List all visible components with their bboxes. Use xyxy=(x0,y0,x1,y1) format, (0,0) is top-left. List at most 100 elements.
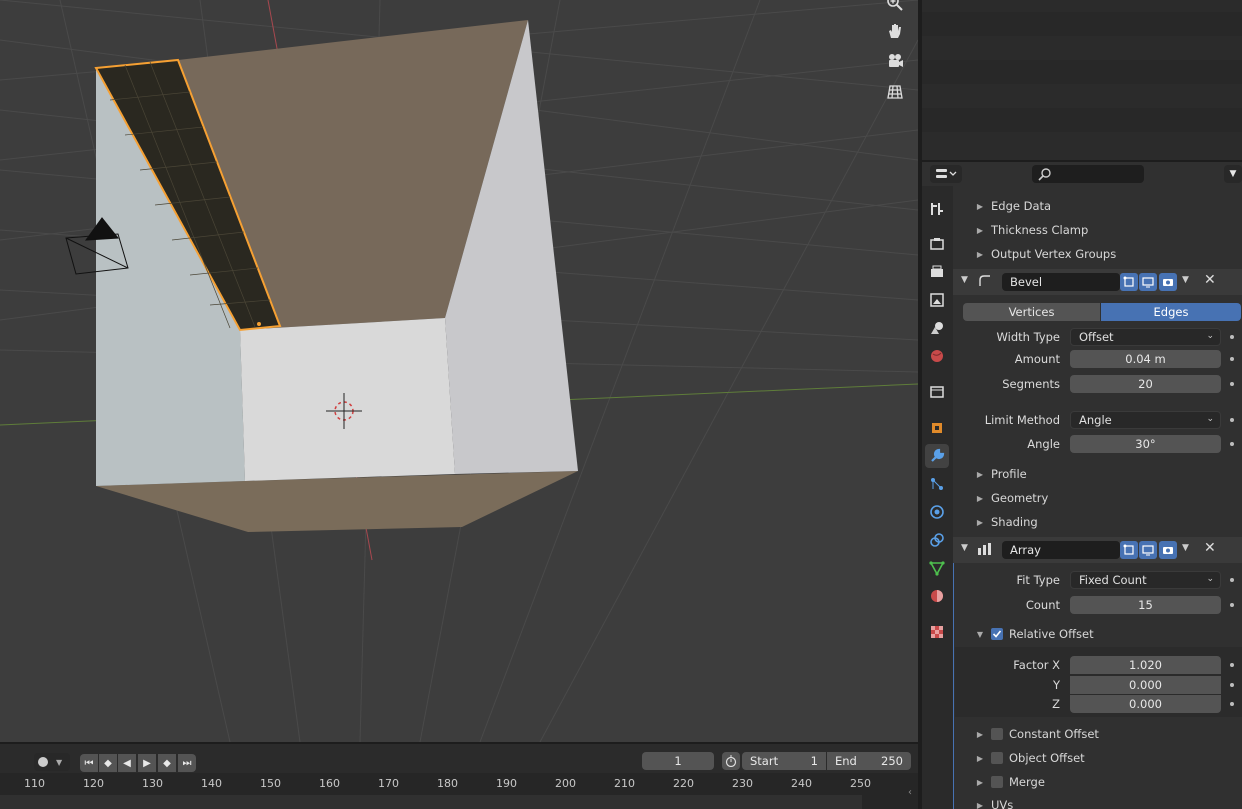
timeline-ruler[interactable]: 110 120 130 140 150 160 170 180 190 200 … xyxy=(0,773,918,809)
edit-mode-toggle-icon[interactable] xyxy=(1120,541,1138,559)
hand-pan-icon[interactable] xyxy=(886,22,910,46)
physics-tab-icon[interactable] xyxy=(925,500,949,524)
factor-x-field[interactable]: 1.020 xyxy=(1070,656,1221,674)
keyframe-dot[interactable] xyxy=(1230,357,1234,361)
modifier-tab-icon[interactable] xyxy=(925,444,949,468)
viewport-scene xyxy=(0,0,918,742)
relative-offset-checkbox[interactable] xyxy=(991,628,1003,640)
subpanel-label: Output Vertex Groups xyxy=(991,247,1117,261)
keyframe-dot[interactable] xyxy=(1230,578,1234,582)
modifier-menu-chevron-icon[interactable]: ▼ xyxy=(1182,543,1189,553)
array-name: Array xyxy=(1010,543,1041,557)
zoom-icon[interactable] xyxy=(886,0,910,18)
previous-keyframe-icon[interactable]: ◆ xyxy=(99,754,117,772)
view-layer-tab-icon[interactable] xyxy=(925,288,949,312)
viewport-display-toggle-icon[interactable] xyxy=(1139,273,1157,291)
object-offset-checkbox[interactable] xyxy=(991,752,1003,764)
angle-field[interactable]: 30° xyxy=(1070,435,1221,453)
frame-tick-label: 150 xyxy=(260,777,281,790)
tool-tab-icon[interactable] xyxy=(925,197,949,221)
tab-edges[interactable]: Edges xyxy=(1101,303,1241,321)
render-toggle-icon[interactable] xyxy=(1159,541,1177,559)
keyframe-dot[interactable] xyxy=(1230,418,1234,422)
fit-type-dropdown[interactable]: Fixed Count ⌄ xyxy=(1070,571,1221,589)
properties-search-input[interactable] xyxy=(1032,165,1144,183)
limit-method-dropdown[interactable]: Angle ⌄ xyxy=(1070,411,1221,429)
subpanel-constant-offset[interactable]: ▶ Constant Offset xyxy=(975,723,1099,745)
keyframe-dot[interactable] xyxy=(1230,335,1234,339)
selected-vertex[interactable] xyxy=(257,322,261,326)
start-frame-field[interactable]: Start 1 xyxy=(742,752,826,770)
collapse-triangle-icon[interactable]: ▼ xyxy=(961,275,968,285)
camera-view-icon[interactable] xyxy=(886,52,910,76)
subpanel-merge[interactable]: ▶ Merge xyxy=(975,771,1045,793)
render-tab-icon[interactable] xyxy=(925,232,949,256)
array-name-field[interactable]: Array xyxy=(1002,541,1120,559)
count-field[interactable]: 15 xyxy=(1070,596,1221,614)
merge-checkbox[interactable] xyxy=(991,776,1003,788)
constant-offset-checkbox[interactable] xyxy=(991,728,1003,740)
subpanel-shading[interactable]: ▶ Shading xyxy=(975,511,1038,533)
frame-tick-label: 110 xyxy=(24,777,45,790)
bevel-modifier-header[interactable]: ▼ Bevel ▼ ✕ xyxy=(953,269,1242,295)
modifier-menu-chevron-icon[interactable]: ▼ xyxy=(1182,275,1189,285)
jump-to-end-icon[interactable]: ⏭ xyxy=(178,754,196,772)
fit-type-value: Fixed Count xyxy=(1079,573,1147,587)
subpanel-geometry[interactable]: ▶ Geometry xyxy=(975,487,1048,509)
subpanel-edge-data[interactable]: ▶ Edge Data xyxy=(975,195,1051,217)
keyframe-dot[interactable] xyxy=(1230,442,1234,446)
stopwatch-icon[interactable] xyxy=(722,752,740,770)
current-frame-field[interactable]: 1 xyxy=(642,752,714,770)
segments-field[interactable]: 20 xyxy=(1070,375,1221,393)
texture-tab-icon[interactable] xyxy=(925,620,949,644)
bevel-name-field[interactable]: Bevel xyxy=(1002,273,1120,291)
remove-modifier-close-icon[interactable]: ✕ xyxy=(1204,540,1216,556)
viewport-display-toggle-icon[interactable] xyxy=(1139,541,1157,559)
subpanel-relative-offset[interactable]: ▼ Relative Offset xyxy=(975,623,1094,645)
end-value: 250 xyxy=(881,754,903,768)
keyframe-dot[interactable] xyxy=(1230,702,1234,706)
keyframe-dot[interactable] xyxy=(1230,683,1234,687)
particles-tab-icon[interactable] xyxy=(925,472,949,496)
render-toggle-icon[interactable] xyxy=(1159,273,1177,291)
remove-modifier-close-icon[interactable]: ✕ xyxy=(1204,272,1216,288)
options-dropdown-button[interactable]: ▼ xyxy=(1224,165,1242,183)
tab-vertices[interactable]: Vertices xyxy=(963,303,1100,321)
3d-viewport[interactable] xyxy=(0,0,918,742)
end-frame-field[interactable]: End 250 xyxy=(827,752,911,770)
keying-dropdown[interactable]: ▼ xyxy=(34,753,70,771)
subpanel-uvs[interactable]: ▶ UVs xyxy=(975,794,1013,809)
object-data-tab-icon[interactable] xyxy=(925,556,949,580)
keyframe-dot[interactable] xyxy=(1230,382,1234,386)
play-reverse-icon[interactable]: ◀ xyxy=(118,754,136,772)
object-tab-icon[interactable] xyxy=(925,416,949,440)
play-icon[interactable]: ▶ xyxy=(138,754,156,772)
editor-type-button[interactable] xyxy=(930,165,962,183)
keyframe-dot[interactable] xyxy=(1230,603,1234,607)
collapse-triangle-icon[interactable]: ▼ xyxy=(961,543,968,553)
subpanel-object-offset[interactable]: ▶ Object Offset xyxy=(975,747,1085,769)
factor-y-field[interactable]: 0.000 xyxy=(1070,676,1221,694)
next-keyframe-icon[interactable]: ◆ xyxy=(158,754,176,772)
width-type-dropdown[interactable]: Offset ⌄ xyxy=(1070,328,1221,346)
subpanel-profile[interactable]: ▶ Profile xyxy=(975,463,1027,485)
factor-z-field[interactable]: 0.000 xyxy=(1070,695,1221,713)
subpanel-thickness-clamp[interactable]: ▶ Thickness Clamp xyxy=(975,219,1088,241)
outliner-area[interactable] xyxy=(922,0,1242,160)
collection-tab-icon[interactable] xyxy=(925,380,949,404)
jump-to-start-icon[interactable]: ⏮ xyxy=(80,754,98,772)
output-tab-icon[interactable] xyxy=(925,260,949,284)
subpanel-output-vertex-groups[interactable]: ▶ Output Vertex Groups xyxy=(975,243,1116,265)
array-modifier-header[interactable]: ▼ Array ▼ ✕ xyxy=(953,537,1242,563)
grid-view-icon[interactable] xyxy=(886,83,910,107)
count-value: 15 xyxy=(1138,598,1153,612)
edit-mode-toggle-icon[interactable] xyxy=(1120,273,1138,291)
scene-tab-icon[interactable] xyxy=(925,316,949,340)
timeline-keyframe-track[interactable] xyxy=(0,795,862,809)
chevron-left-icon[interactable]: ‹ xyxy=(908,787,912,798)
constraints-tab-icon[interactable] xyxy=(925,528,949,552)
amount-field[interactable]: 0.04 m xyxy=(1070,350,1221,368)
keyframe-dot[interactable] xyxy=(1230,663,1234,667)
world-tab-icon[interactable] xyxy=(925,344,949,368)
material-tab-icon[interactable] xyxy=(925,584,949,608)
